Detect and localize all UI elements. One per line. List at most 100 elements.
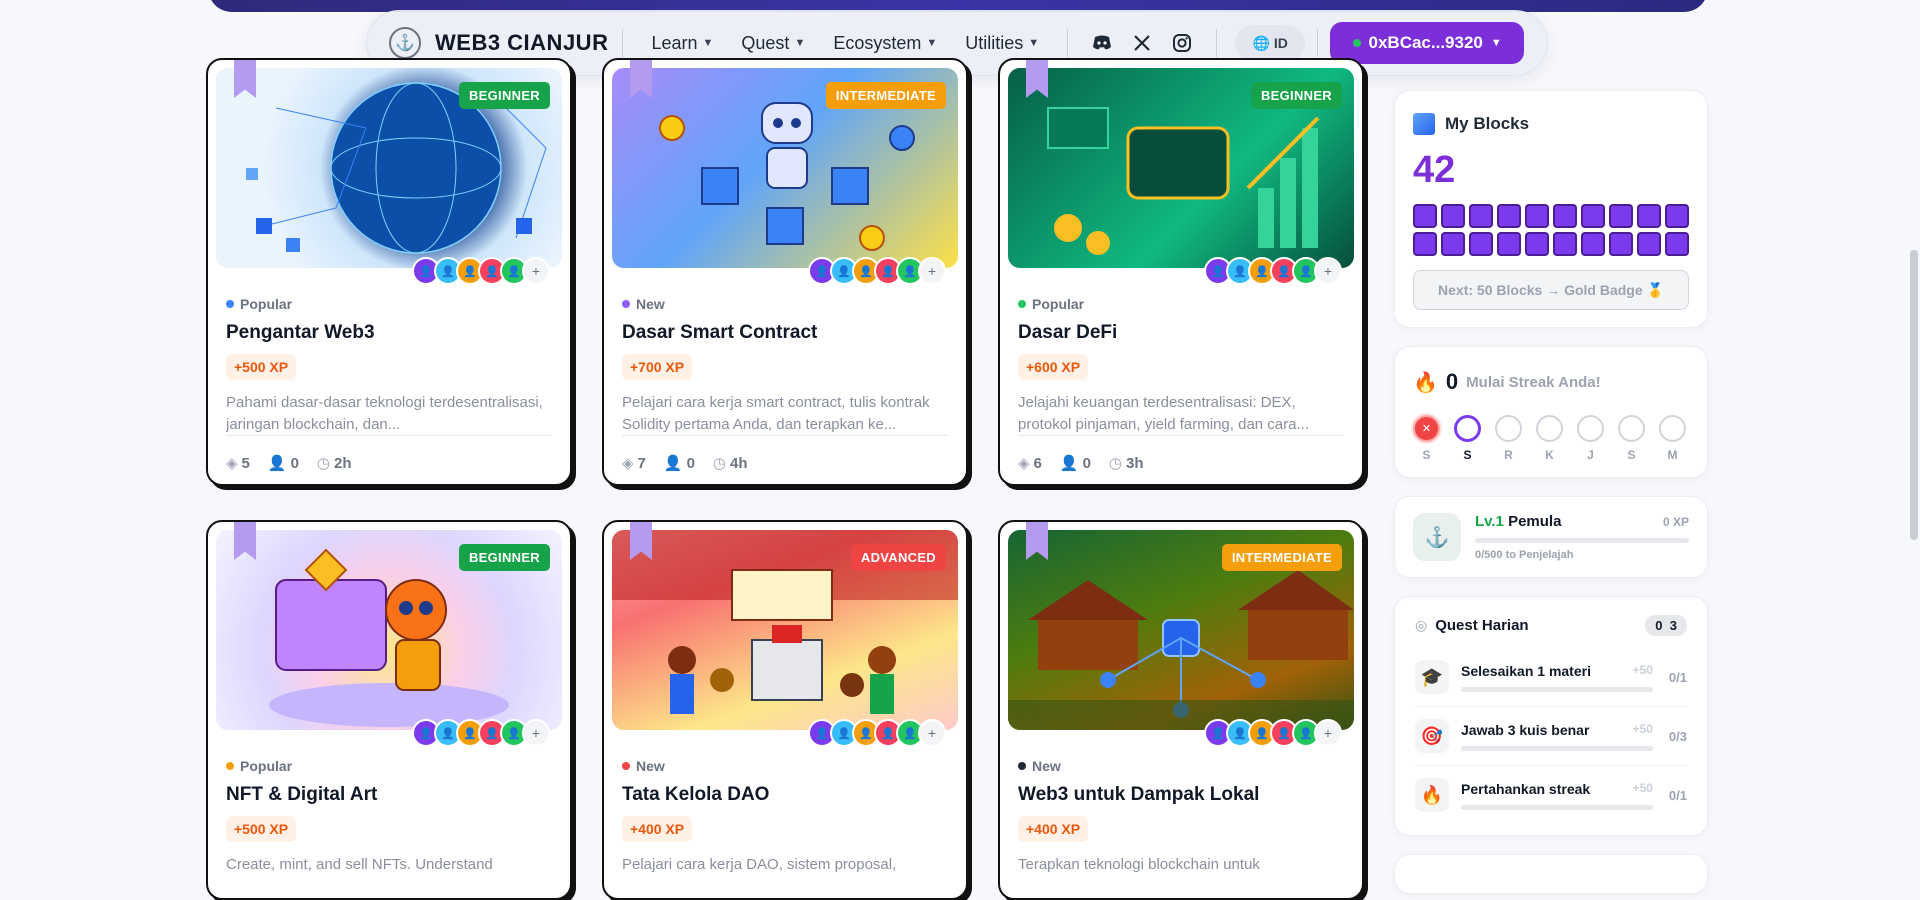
- block-cell: [1581, 232, 1605, 256]
- page-scrollbar[interactable]: [1910, 250, 1918, 540]
- course-meta: ◈ 5 👤 0 ◷ 2h: [226, 454, 552, 472]
- level-badge: BEGINNER: [1250, 82, 1342, 109]
- language-switch[interactable]: 🌐 ID: [1235, 25, 1306, 61]
- quest-progress-bar: [1461, 686, 1653, 692]
- chevron-down-icon: ▼: [702, 37, 714, 49]
- quest-progress-badge: 0 3: [1645, 615, 1687, 636]
- level-badge: INTERMEDIATE: [1221, 544, 1342, 571]
- more-avatars-icon: +: [522, 257, 550, 285]
- nav-divider: [1067, 29, 1069, 57]
- nav-learn-label: Learn: [651, 32, 698, 53]
- missed-day-icon: ✕: [1413, 415, 1440, 442]
- block-cell: [1553, 232, 1577, 256]
- next-badge-info: Next: 50 Blocks → Gold Badge 🥇: [1413, 270, 1689, 310]
- course-title[interactable]: NFT & Digital Art: [226, 784, 552, 806]
- quest-points: +50: [1632, 662, 1653, 677]
- quest-list: 🎓 Selesaikan 1 materi +50 0/1 🎯 Jawab 3 k…: [1415, 648, 1687, 824]
- logo-icon[interactable]: ⚓: [389, 27, 421, 59]
- course-card[interactable]: INTERMEDIATE 👤 👤 👤 👤 👤 + New Web3 untuk …: [998, 520, 1364, 900]
- course-title[interactable]: Pengantar Web3: [226, 322, 552, 344]
- x-twitter-icon[interactable]: [1131, 32, 1153, 54]
- course-card[interactable]: ADVANCED 👤 👤 👤 👤 👤 + New Tata Kelola DAO…: [602, 520, 968, 900]
- language-label: ID: [1273, 35, 1288, 51]
- nav-ecosystem-label: Ecosystem: [833, 32, 922, 53]
- course-meta: ◈ 7 👤 0 ◷ 4h: [622, 454, 948, 472]
- block-cell: [1413, 204, 1437, 228]
- chevron-down-icon: ▼: [926, 37, 938, 49]
- graduation-cap-icon: 🎓: [1415, 660, 1449, 694]
- more-avatars-icon: +: [1314, 719, 1342, 747]
- nav-utilities[interactable]: Utilities ▼: [965, 33, 1039, 54]
- block-cell: [1609, 204, 1633, 228]
- course-tag: New: [622, 296, 948, 312]
- streak-days: ✕ S S R K J S M: [1413, 415, 1689, 462]
- duration: ◷ 3h: [1108, 455, 1144, 472]
- instagram-icon[interactable]: [1171, 32, 1193, 54]
- course-tag-label: New: [636, 758, 665, 774]
- blocks-grid: [1413, 204, 1689, 256]
- day-label: M: [1667, 448, 1678, 462]
- modules-count: ◈ 6: [1018, 455, 1042, 472]
- target-icon: 🎯: [1415, 719, 1449, 753]
- more-avatars-icon: +: [918, 719, 946, 747]
- day-label: K: [1545, 448, 1554, 462]
- level-badge: BEGINNER: [458, 544, 550, 571]
- more-avatars-icon: +: [1314, 257, 1342, 285]
- day-circle: [1618, 415, 1645, 442]
- quest-title: Quest Harian: [1435, 617, 1529, 634]
- blocks-count: 42: [1413, 149, 1456, 191]
- modules-count: ◈ 5: [226, 455, 250, 472]
- duration: ◷ 2h: [316, 455, 352, 472]
- course-description: Terapkan teknologi blockchain untuk: [1018, 856, 1260, 873]
- quest-count: 0/3: [1668, 728, 1687, 744]
- today-day-circle: [1454, 415, 1481, 442]
- globe-icon: 🌐: [1252, 34, 1270, 51]
- daily-quest-panel: ◎ Quest Harian 0 3 🎓 Selesaikan 1 materi +…: [1394, 596, 1708, 836]
- quest-item[interactable]: 🎓 Selesaikan 1 materi +50 0/1: [1415, 648, 1687, 707]
- quest-count: 0/1: [1668, 787, 1687, 803]
- block-cell: [1469, 232, 1493, 256]
- day-label: S: [1627, 448, 1636, 462]
- course-description: Pelajari cara kerja DAO, sistem proposal…: [622, 856, 897, 873]
- course-tag: New: [622, 758, 948, 774]
- course-title[interactable]: Dasar Smart Contract: [622, 322, 948, 344]
- course-card[interactable]: BEGINNER 👤 👤 👤 👤 👤 + Popular NFT & Digit…: [206, 520, 572, 900]
- block-cell: [1665, 232, 1689, 256]
- xp-badge: +400 XP: [622, 816, 693, 842]
- course-tag: Popular: [226, 758, 552, 774]
- quest-name: Pertahankan streak: [1461, 780, 1591, 797]
- level-name: Pemula: [1508, 513, 1562, 530]
- fire-icon: 🔥: [1413, 371, 1438, 394]
- course-title[interactable]: Tata Kelola DAO: [622, 784, 948, 806]
- course-card[interactable]: BEGINNER 👤 👤 👤 👤 👤 + Popular Pengantar W…: [206, 58, 572, 486]
- course-title[interactable]: Web3 untuk Dampak Lokal: [1018, 784, 1344, 806]
- brand-name[interactable]: WEB3 CIANJUR: [435, 30, 608, 56]
- course-tag-label: Popular: [240, 296, 293, 312]
- wallet-button[interactable]: 0xBCac...9320 ▼: [1330, 22, 1525, 64]
- level-badge: INTERMEDIATE: [825, 82, 946, 109]
- discord-icon[interactable]: [1091, 32, 1113, 54]
- course-card[interactable]: INTERMEDIATE 👤 👤 👤 👤 👤 + New Dasar Smart…: [602, 58, 968, 486]
- course-tag: New: [1018, 758, 1344, 774]
- cube-icon: [1413, 113, 1435, 135]
- day-label: J: [1587, 448, 1594, 462]
- chevron-down-icon: ▼: [794, 37, 806, 49]
- next-panel: [1394, 854, 1708, 894]
- level-progress-text: 0/500 to Penjelajah: [1475, 549, 1574, 561]
- block-cell: [1525, 232, 1549, 256]
- course-description: Jelajahi keuangan terdesentralisasi: DEX…: [1018, 392, 1344, 436]
- connected-dot: [1352, 39, 1361, 47]
- quest-item[interactable]: 🎯 Jawab 3 kuis benar +50 0/3: [1415, 707, 1687, 766]
- nav-quest[interactable]: Quest ▼: [741, 33, 805, 54]
- xp-badge: +500 XP: [226, 816, 297, 842]
- learners-count: 👤 0: [267, 455, 299, 472]
- nav-ecosystem[interactable]: Ecosystem ▼: [833, 33, 937, 54]
- course-title[interactable]: Dasar DeFi: [1018, 322, 1344, 344]
- level-progress-bar: [1475, 538, 1689, 543]
- nav-learn[interactable]: Learn ▼: [651, 33, 713, 54]
- day-circle: [1659, 415, 1686, 442]
- course-card[interactable]: BEGINNER 👤 👤 👤 👤 👤 + Popular Dasar DeFi …: [998, 58, 1364, 486]
- learner-avatars: 👤 👤 👤 👤 👤 +: [1204, 719, 1342, 747]
- level-panel: ⚓ Lv.1 Pemula 0 XP 0/500 to Penjelajah: [1394, 496, 1708, 578]
- quest-item[interactable]: 🔥 Pertahankan streak +50 0/1: [1415, 766, 1687, 824]
